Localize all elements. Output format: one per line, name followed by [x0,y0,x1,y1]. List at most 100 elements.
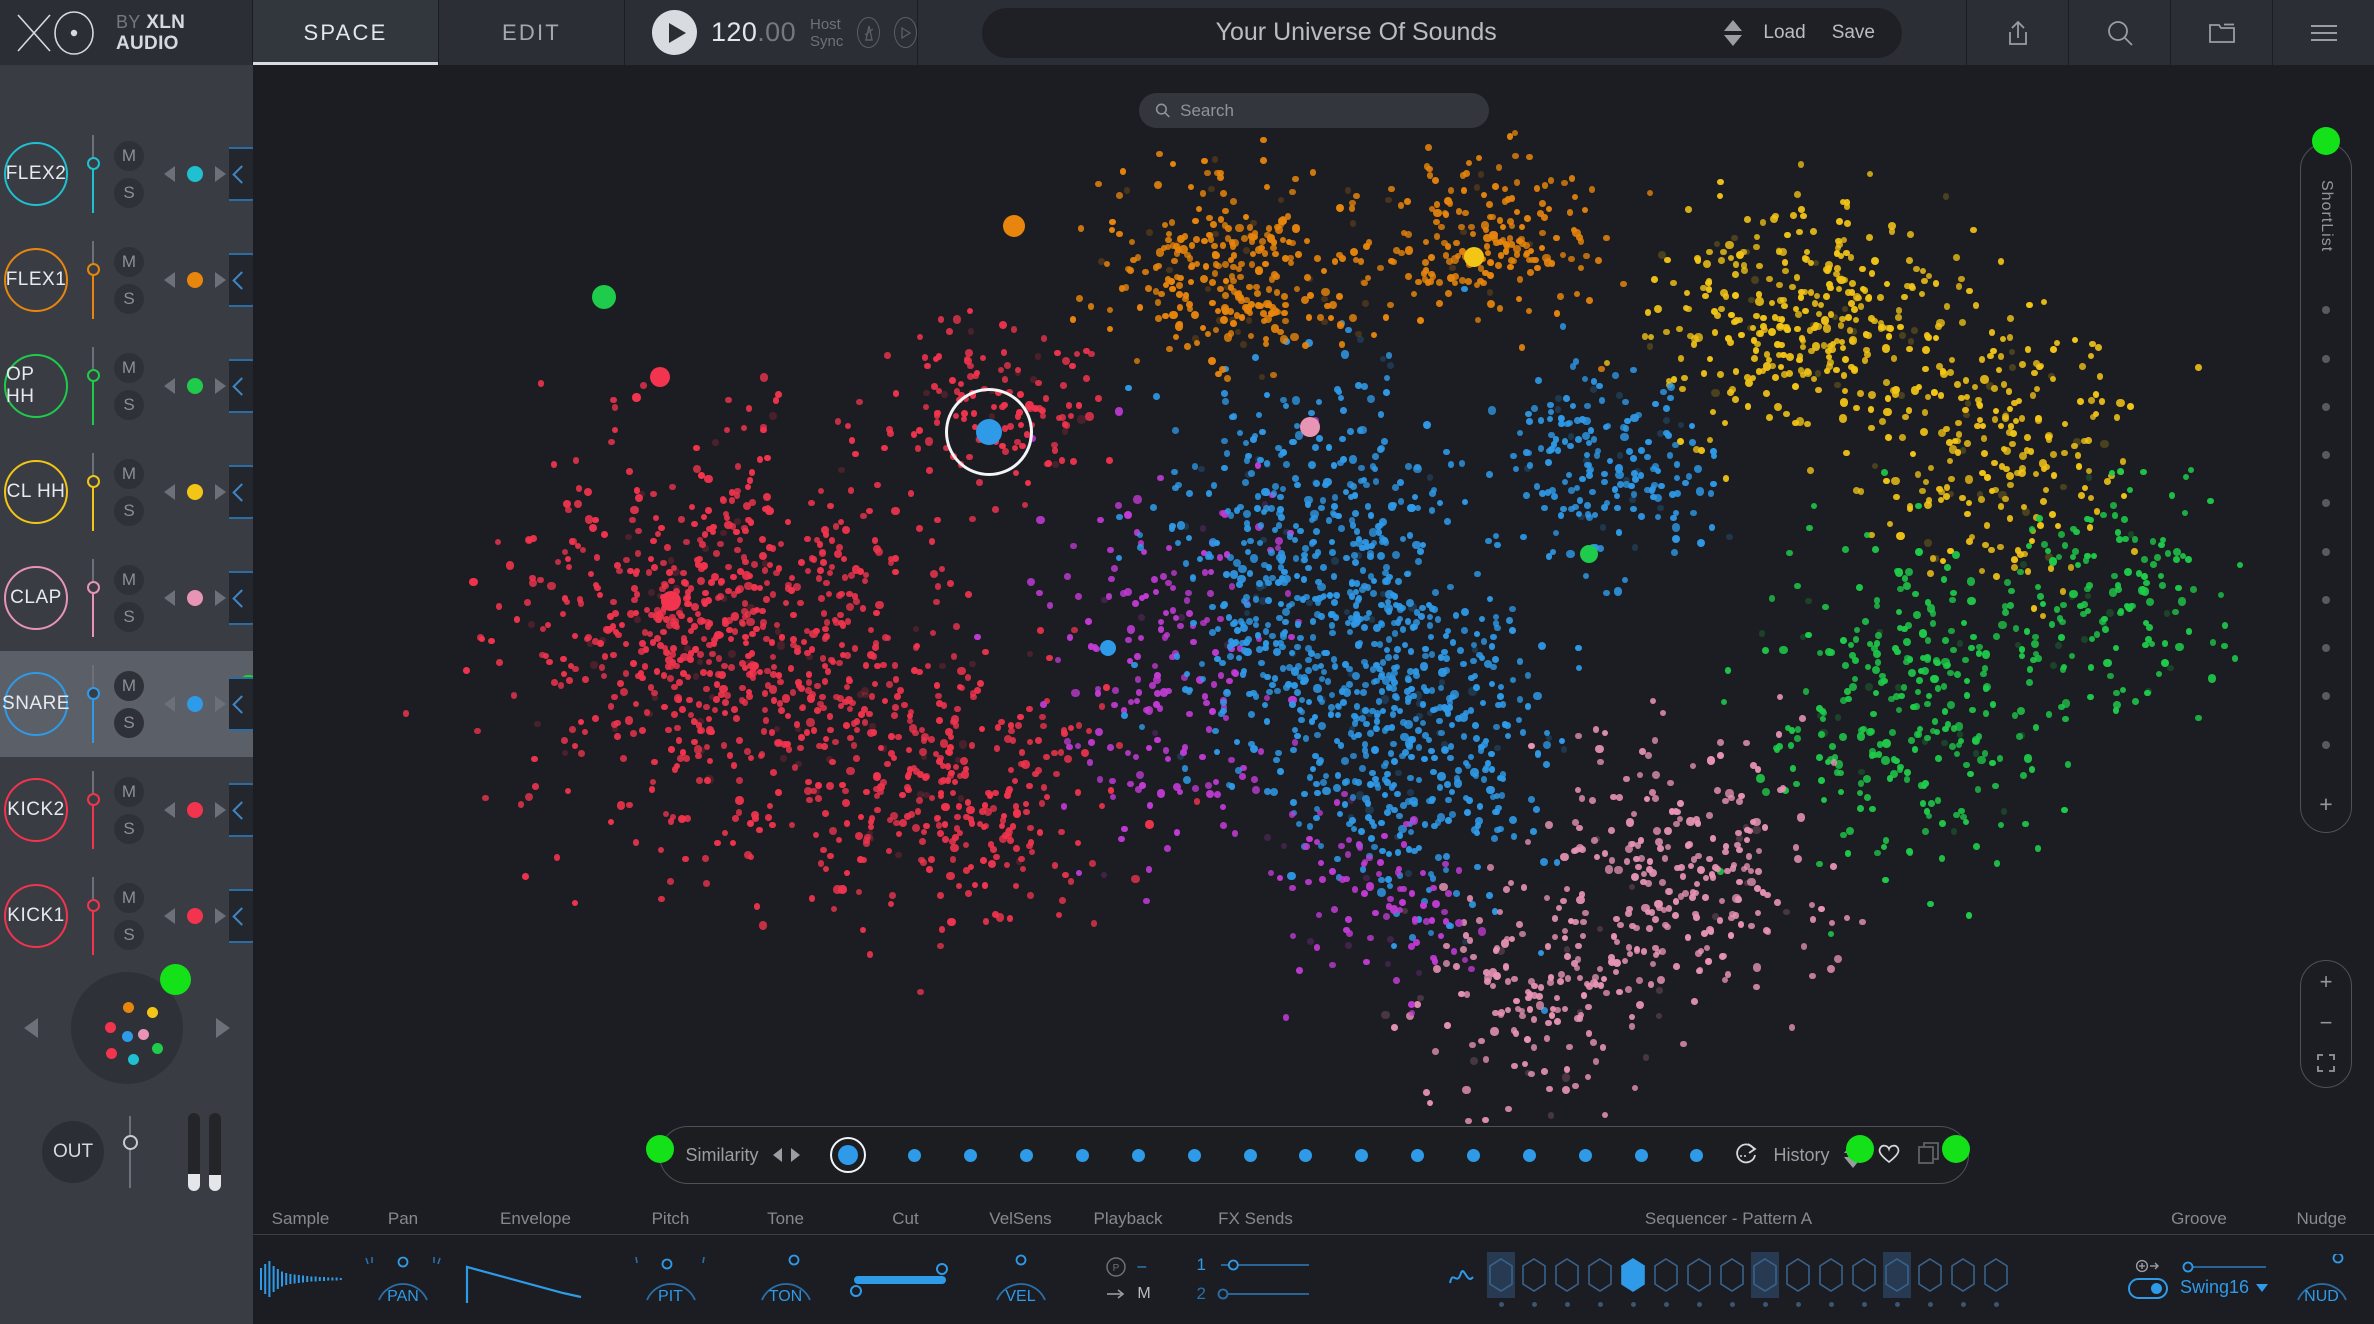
sample-dot[interactable] [1468,965,1475,973]
sample-dot[interactable] [641,663,649,670]
sample-dot[interactable] [1036,516,1045,525]
sample-dot[interactable] [1123,587,1133,596]
sample-dot[interactable] [522,873,529,880]
sample-dot[interactable] [1328,704,1335,711]
sample-dot[interactable] [1881,756,1890,765]
sample-dot[interactable] [1177,274,1184,282]
sample-dot[interactable] [1401,641,1409,649]
sample-dot[interactable] [1176,234,1186,244]
sample-dot[interactable] [905,770,913,778]
sample-dot[interactable] [1615,529,1623,536]
sample-dot[interactable] [1557,512,1565,519]
sample-dot[interactable] [1367,781,1374,788]
track-mute-button[interactable]: M [114,776,144,807]
sample-dot[interactable] [1344,187,1352,194]
sample-dot[interactable] [1192,335,1199,342]
sample-dot[interactable] [2036,515,2043,522]
sample-dot[interactable] [1186,490,1193,497]
sample-dot[interactable] [1495,262,1502,269]
sample-dot[interactable] [1745,853,1753,860]
sample-dot[interactable] [1225,225,1232,232]
sample-dot[interactable] [842,698,849,706]
sample-dot[interactable] [1267,869,1275,877]
sample-dot[interactable] [1075,722,1083,729]
sample-dot[interactable] [1954,437,1961,445]
sample-dot[interactable] [1671,549,1678,556]
sample-dot[interactable] [1516,696,1524,703]
sample-dot[interactable] [588,524,597,533]
sample-dot[interactable] [1352,559,1359,566]
sample-dot[interactable] [705,715,713,723]
sample-dot[interactable] [2060,601,2067,609]
sample-dot[interactable] [1198,465,1205,473]
sample-dot[interactable] [2050,346,2057,353]
sample-dot[interactable] [1843,449,1850,457]
sample-dot[interactable] [2087,352,2095,360]
sample-dot[interactable] [402,710,410,717]
sample-dot[interactable] [901,701,908,709]
sample-dot[interactable] [1516,276,1524,283]
sample-dot[interactable] [1182,523,1190,530]
sample-dot[interactable] [1554,1018,1561,1025]
sample-dot[interactable] [1622,425,1630,432]
sample-dot[interactable] [1377,859,1384,866]
sample-dot[interactable] [2195,364,2202,371]
sample-dot[interactable] [1630,491,1638,498]
sample-dot[interactable] [1077,225,1085,232]
sample-dot[interactable] [1671,535,1680,544]
sample-dot[interactable] [756,456,764,463]
load-button[interactable]: Load [1758,22,1810,44]
sample-dot[interactable] [1402,749,1409,756]
sample-dot[interactable] [1163,631,1171,639]
sample-dot[interactable] [1921,409,1929,416]
sample-dot[interactable] [1974,422,1981,430]
sample-dot[interactable] [1234,627,1241,634]
sample-dot[interactable] [601,653,609,660]
sequencer-step-6[interactable] [1652,1252,1680,1298]
sample-dot[interactable] [2071,336,2079,344]
sample-dot[interactable] [1404,618,1412,625]
sample-dot[interactable] [1107,546,1114,554]
sample-dot[interactable] [1932,555,1940,562]
sample-dot[interactable] [1603,989,1610,997]
sample-dot[interactable] [1868,424,1875,432]
sample-dot[interactable] [1387,750,1395,757]
sample-dot[interactable] [1327,711,1335,719]
sample-dot[interactable] [1327,611,1335,618]
sample-dot[interactable] [964,799,972,806]
sample-dot[interactable] [1543,740,1552,750]
sample-dot[interactable] [1689,889,1697,896]
sample-dot[interactable] [1857,805,1864,812]
sample-dot[interactable] [1457,647,1464,654]
sample-dot[interactable] [660,559,667,567]
sample-dot[interactable] [1205,551,1213,558]
sample-dot[interactable] [1656,987,1663,994]
sample-dot[interactable] [1249,250,1257,258]
sample-dot[interactable] [1377,888,1386,897]
sample-dot[interactable] [1346,681,1353,688]
sample-dot[interactable] [1803,248,1811,256]
sample-dot[interactable] [1993,860,2001,867]
sample-dot[interactable] [935,692,942,700]
sample-dot[interactable] [1595,257,1602,264]
sample-dot[interactable] [1095,728,1104,737]
sample-dot[interactable] [1924,637,1932,644]
sample-dot[interactable] [832,523,840,530]
sample-dot[interactable] [1230,620,1237,628]
sample-dot[interactable] [1487,406,1497,415]
sample-dot[interactable] [1385,654,1392,661]
sample-dot[interactable] [2039,600,2047,608]
sample-dot[interactable] [994,724,1002,731]
similarity-dot[interactable] [1075,1148,1089,1162]
sample-dot[interactable] [1210,482,1218,489]
sample-dot[interactable] [630,730,637,737]
sample-dot[interactable] [1575,644,1582,652]
sample-dot[interactable] [1372,909,1379,917]
host-sync-label[interactable]: Host Sync [810,16,843,50]
sample-dot[interactable] [1098,802,1106,810]
sample-dot[interactable] [1794,726,1802,733]
sample-dot[interactable] [1305,698,1313,706]
sample-dot[interactable] [1112,687,1119,694]
similarity-dot[interactable] [908,1148,922,1162]
sample-dot[interactable] [1577,238,1585,245]
